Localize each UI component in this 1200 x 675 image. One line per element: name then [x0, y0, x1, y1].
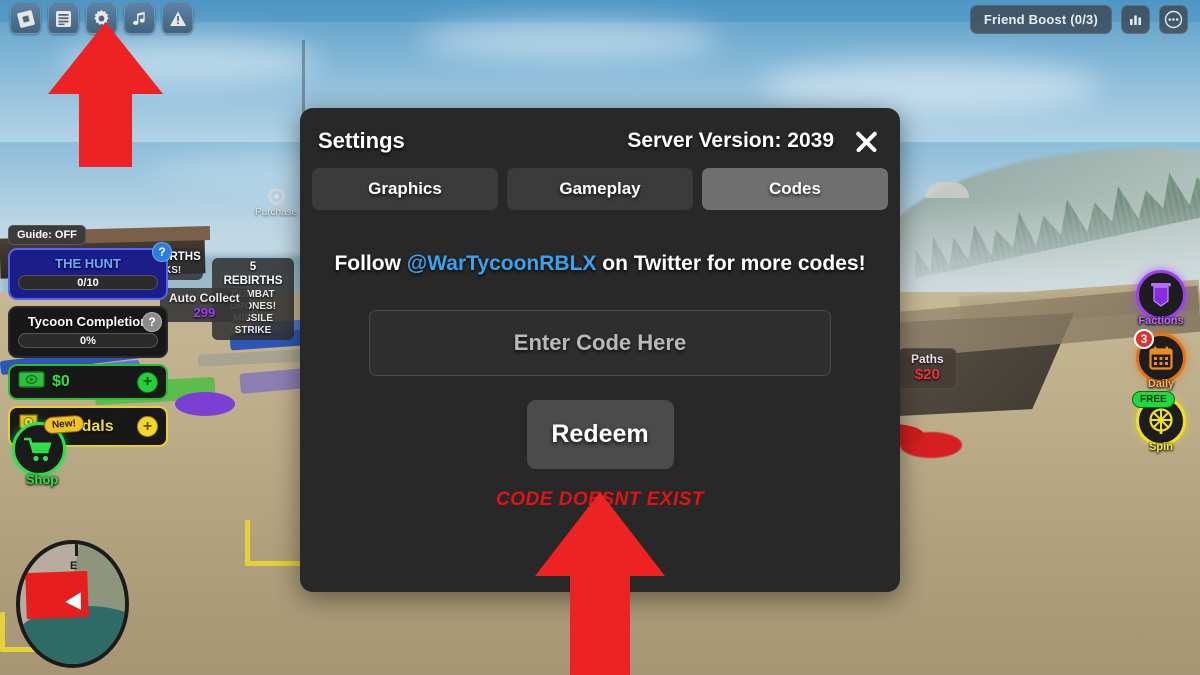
tab-graphics[interactable]: Graphics — [312, 168, 498, 210]
daily-count-badge: 3 — [1134, 329, 1154, 349]
minimap-compass-tick — [75, 544, 78, 556]
spin-button[interactable]: FREE Spin — [1132, 391, 1190, 453]
medals-add-button[interactable]: + — [137, 416, 158, 437]
warning-triangle-icon[interactable] — [162, 3, 193, 34]
guide-toggle[interactable]: Guide: OFF — [8, 225, 86, 245]
factions-label: Factions — [1138, 315, 1184, 327]
tycoon-help-icon[interactable]: ? — [142, 312, 162, 332]
hunt-progress-bar: 0/10 — [18, 275, 158, 290]
arrow-pointing-to-redeem-button — [535, 492, 665, 675]
cloud — [760, 60, 1100, 112]
daily-label: Daily — [1147, 378, 1175, 390]
tycoon-completion-card[interactable]: ? Tycoon Completion 0% — [8, 306, 168, 358]
factions-button[interactable]: Factions — [1132, 270, 1190, 327]
ellipsis-icon[interactable] — [1159, 5, 1188, 34]
follow-twitter-text: Follow @WarTycoonRBLX on Twitter for mor… — [300, 252, 900, 276]
arrow-pointing-to-settings-gear — [48, 22, 163, 167]
dialog-header: Settings Server Version: 2039 — [300, 108, 900, 160]
close-icon[interactable] — [852, 127, 880, 155]
banner-icon — [1136, 270, 1186, 320]
paths-purchase-sign[interactable]: Paths $20 — [898, 348, 957, 389]
spin-label: Spin — [1149, 441, 1173, 453]
cash-icon — [18, 371, 45, 393]
shop-new-badge: New! — [43, 414, 85, 435]
shop-label: Shop — [25, 472, 59, 487]
right-button-rail: Factions 3 Daily FREE Spin — [1132, 270, 1194, 459]
code-input[interactable]: Enter Code Here — [369, 310, 831, 376]
roblox-logo-icon[interactable] — [10, 3, 41, 34]
paths-title: Paths — [911, 352, 944, 366]
tab-gameplay[interactable]: Gameplay — [507, 168, 693, 210]
bar-chart-icon[interactable] — [1121, 5, 1150, 34]
the-hunt-card[interactable]: ? THE HUNT 0/10 — [8, 242, 172, 300]
cloud — [420, 20, 720, 60]
top-right-controls: Friend Boost (0/3) — [969, 5, 1188, 34]
money-value: $0 — [52, 373, 70, 390]
friend-boost-button[interactable]: Friend Boost (0/3) — [969, 5, 1112, 34]
auto-collect-title: Auto Collect — [169, 291, 240, 305]
twitter-handle-link[interactable]: @WarTycoonRBLX — [407, 252, 597, 275]
minimap-compass-label: E — [70, 560, 78, 572]
tycoon-progress-bar: 0% — [18, 333, 158, 348]
spin-free-badge: FREE — [1132, 391, 1175, 408]
yellow-floor-marking — [245, 520, 307, 566]
purchase-ring-icon — [267, 188, 285, 205]
minimap[interactable]: E — [16, 540, 129, 668]
purchase-label: Purchase — [255, 207, 298, 218]
follow-prefix: Follow — [334, 252, 407, 275]
server-version-label: Server Version: 2039 — [627, 129, 834, 152]
left-hud: Guide: OFF ? THE HUNT 0/10 ? Tycoon Comp… — [8, 225, 172, 453]
hunt-title: THE HUNT — [55, 256, 121, 271]
dialog-tabs: Graphics Gameplay Codes — [300, 160, 900, 210]
daily-button[interactable]: 3 Daily — [1132, 329, 1190, 390]
money-card[interactable]: $0 + — [8, 364, 168, 400]
follow-suffix: on Twitter for more codes! — [596, 252, 866, 275]
hunt-help-icon[interactable]: ? — [152, 242, 172, 262]
purchase-prompt[interactable]: Purchase — [255, 188, 297, 218]
purple-pad — [175, 392, 235, 416]
paths-price: $20 — [914, 366, 940, 383]
dialog-title: Settings — [318, 128, 405, 153]
auto-collect-cost: 299 — [193, 305, 216, 320]
redeem-button[interactable]: Redeem — [526, 400, 674, 469]
tab-codes[interactable]: Codes — [702, 168, 888, 210]
money-add-button[interactable]: + — [137, 371, 158, 393]
tycoon-title: Tycoon Completion — [27, 314, 149, 329]
shop-button[interactable]: New! Shop — [12, 414, 85, 487]
parasol — [925, 182, 969, 198]
auto-collect-prompt[interactable]: Auto Collect 299 — [160, 288, 249, 322]
